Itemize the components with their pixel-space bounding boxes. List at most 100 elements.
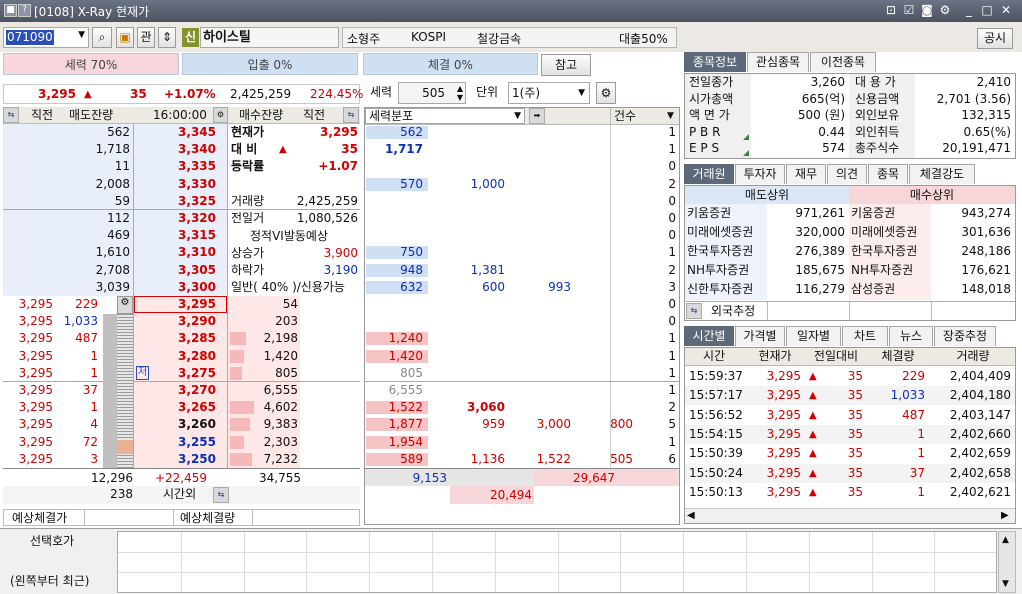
- trade-change: 35: [847, 407, 863, 422]
- scroll-up-icon[interactable]: ▲: [1002, 532, 1009, 549]
- bid-price[interactable]: 3,280: [140, 348, 216, 365]
- order-button[interactable]: ⇕: [158, 27, 176, 48]
- sell-broker-name[interactable]: 한국투자증권: [687, 243, 753, 260]
- bid-price[interactable]: 3,265: [140, 399, 216, 416]
- chevron-down-icon[interactable]: ▼: [667, 108, 674, 125]
- tab-timetabs-5[interactable]: 장중추정: [934, 326, 996, 346]
- ask-price[interactable]: 3,345: [140, 124, 216, 141]
- sell-broker-name[interactable]: 신한투자증권: [687, 281, 753, 298]
- buy-broker-name[interactable]: 미래에셋증권: [851, 224, 917, 241]
- link-icon[interactable]: ⊡: [884, 3, 898, 18]
- trade-qty: 37: [909, 465, 925, 480]
- buy-broker-name[interactable]: 삼성증권: [851, 281, 895, 298]
- orderbook-header: ⇆ 직전 매도잔량 16:00:00 ⚙ 매수잔량 직전 ⇆: [3, 107, 360, 124]
- sell-broker-name[interactable]: 키움증권: [687, 205, 731, 222]
- gear-icon[interactable]: ⚙: [938, 3, 952, 18]
- bid-price[interactable]: 3,275: [140, 365, 216, 382]
- tab-brokertabs-1[interactable]: 투자자: [735, 164, 785, 184]
- ask-price[interactable]: 3,340: [140, 141, 216, 158]
- tab-timetabs-1[interactable]: 가격별: [735, 326, 785, 346]
- notice-button[interactable]: 공시: [977, 28, 1013, 49]
- dist-ask-value: 1,717: [385, 142, 423, 157]
- tab-timetabs-2[interactable]: 일자별: [786, 326, 841, 346]
- bid-price[interactable]: 3,290: [140, 313, 216, 330]
- scroll-down-icon[interactable]: ▼: [1002, 576, 1009, 593]
- bid-remain: 1,420: [263, 348, 298, 363]
- stock-name-field[interactable]: 하이스틸: [200, 27, 339, 48]
- search-button[interactable]: ⌕: [92, 27, 112, 48]
- ask-price[interactable]: 3,320: [140, 210, 216, 227]
- bid-remain: 805: [275, 365, 298, 380]
- bid-price[interactable]: 3,250: [140, 451, 216, 468]
- tab-timetabs-4[interactable]: 뉴스: [889, 326, 933, 346]
- bid-remain: 9,383: [263, 417, 298, 432]
- grid-line: [871, 532, 873, 592]
- trade-price: 3,295: [766, 388, 801, 403]
- tab-timetabs-0[interactable]: 시간별: [684, 326, 734, 346]
- scroll-right-icon[interactable]: ▶: [1001, 507, 1009, 524]
- gear-icon[interactable]: ⚙: [213, 107, 228, 123]
- tab-timetabs-3[interactable]: 차트: [842, 326, 888, 346]
- folder-button[interactable]: ▣: [116, 27, 134, 48]
- vertical-scrollbar[interactable]: ▲ ▼: [998, 531, 1016, 593]
- ask-price[interactable]: 3,325: [140, 193, 216, 210]
- sell-broker-name[interactable]: 미래에셋증권: [687, 224, 753, 241]
- dist-ask-value: 562: [400, 125, 423, 139]
- settings-button[interactable]: ⚙: [596, 82, 616, 104]
- tab-brokertabs-5[interactable]: 체결강도: [909, 164, 975, 184]
- camera-icon[interactable]: ◙: [920, 3, 934, 18]
- sell-broker-name[interactable]: NH투자증권: [687, 262, 749, 279]
- horizontal-scrollbar[interactable]: ◀ ▶: [685, 508, 1015, 523]
- after-hours-qty: 238: [110, 487, 133, 501]
- ask-price[interactable]: 3,310: [140, 244, 216, 261]
- window-menu-icon[interactable]: ■: [4, 4, 17, 17]
- scroll-left-icon[interactable]: ◀: [687, 507, 695, 524]
- ask-price[interactable]: 3,335: [140, 158, 216, 175]
- ask-price[interactable]: 3,305: [140, 262, 216, 279]
- minimize-button[interactable]: _: [962, 3, 976, 18]
- ask-price[interactable]: 3,300: [140, 279, 216, 296]
- swap-arrows-icon[interactable]: ⇆: [213, 487, 229, 503]
- tab-stocktabs-2[interactable]: 이전종목: [810, 52, 876, 72]
- gear-icon[interactable]: ⚙: [117, 296, 133, 314]
- gwan-button[interactable]: 관: [137, 27, 155, 48]
- force-input[interactable]: 505 ▲ ▼: [398, 82, 466, 104]
- swap-arrows-icon[interactable]: ⇆: [343, 107, 359, 123]
- ask-price[interactable]: 3,330: [140, 176, 216, 193]
- bid-price[interactable]: 3,285: [140, 330, 216, 347]
- buy-broker-name[interactable]: 한국투자증권: [851, 243, 917, 260]
- bid-price[interactable]: 3,260: [140, 416, 216, 433]
- trade-volume: 2,402,658: [949, 465, 1011, 480]
- maximize-button[interactable]: □: [980, 3, 994, 18]
- dist-bid-count: 1: [668, 331, 676, 346]
- unit-select[interactable]: 1(주) ▼: [508, 82, 590, 104]
- tab-brokertabs-4[interactable]: 종목: [868, 164, 908, 184]
- arrow-right-icon[interactable]: ➡: [529, 108, 545, 124]
- buy-broker-name[interactable]: NH투자증권: [851, 262, 913, 279]
- reference-button[interactable]: 참고: [541, 54, 591, 76]
- distribution-select[interactable]: 세력분포 ▼: [365, 108, 525, 124]
- tab-stocktabs-0[interactable]: 종목정보: [684, 52, 746, 72]
- bid-remain: 4,602: [263, 400, 298, 415]
- swap-arrows-icon[interactable]: ⇆: [686, 303, 702, 319]
- up-arrow-icon: ▲: [809, 390, 817, 402]
- bid-price[interactable]: 3,270: [140, 382, 216, 399]
- ask-price[interactable]: 3,315: [140, 227, 216, 244]
- tab-brokertabs-2[interactable]: 재무: [786, 164, 826, 184]
- buy-broker-name[interactable]: 키움증권: [851, 205, 895, 222]
- bid-price[interactable]: 3,255: [140, 434, 216, 451]
- tab-stocktabs-1[interactable]: 관심종목: [747, 52, 809, 72]
- tab-brokertabs-3[interactable]: 의견: [827, 164, 867, 184]
- help-icon[interactable]: ?: [18, 4, 31, 17]
- trade-time: 15:50:39: [689, 446, 743, 461]
- close-button[interactable]: ✕: [999, 3, 1013, 18]
- memo-icon[interactable]: ☑: [902, 3, 916, 18]
- up-arrow-icon: ▲: [809, 428, 817, 440]
- tab-brokertabs-0[interactable]: 거래원: [684, 164, 734, 184]
- chevron-down-icon[interactable]: ▼: [78, 30, 85, 40]
- swap-arrows-icon[interactable]: ⇆: [3, 107, 19, 123]
- trade-volume: 2,402,659: [949, 446, 1011, 461]
- total-diff: +22,459: [154, 471, 207, 485]
- stock-code-input[interactable]: 071090 ▼: [3, 27, 89, 48]
- spinner-icon[interactable]: ▲ ▼: [457, 84, 463, 102]
